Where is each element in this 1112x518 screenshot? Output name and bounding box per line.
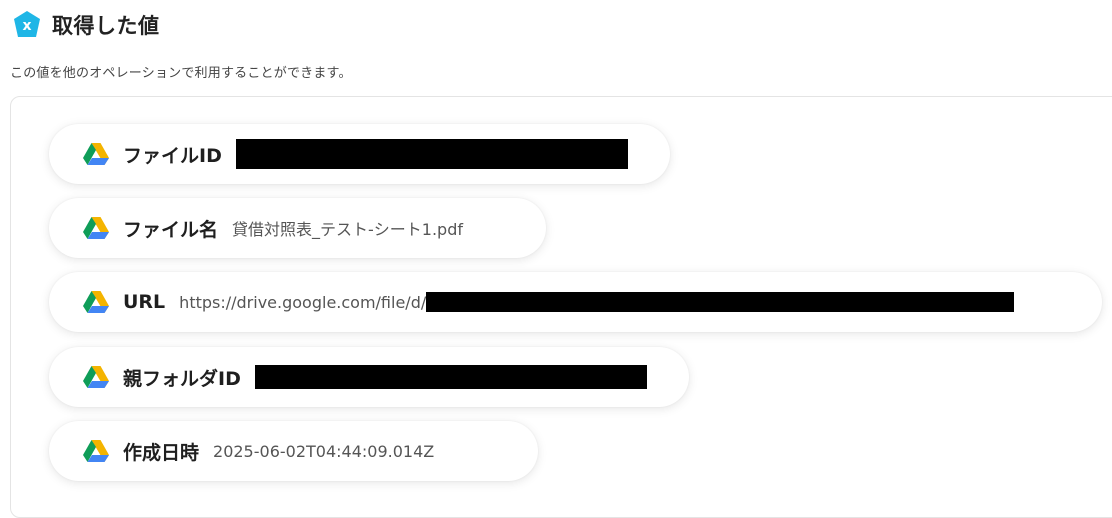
value-chip-file-name[interactable]: ファイル名 貸借対照表_テスト-シート1.pdf xyxy=(49,198,546,258)
value-chip-file-id[interactable]: ファイルID xyxy=(49,124,670,184)
field-label: ファイル名 xyxy=(123,218,219,241)
field-label: ファイルID xyxy=(123,144,222,167)
page-title: 取得した値 xyxy=(52,14,160,38)
redacted-value xyxy=(235,139,628,169)
field-value: 貸借対照表_テスト-シート1.pdf xyxy=(232,220,464,239)
google-drive-icon xyxy=(83,291,109,313)
google-drive-icon xyxy=(83,217,109,239)
yoom-badge-icon: x xyxy=(14,11,40,37)
section-header: x 取得した値 xyxy=(12,10,160,40)
field-value: https://drive.google.com/file/d/ xyxy=(179,292,427,312)
field-label: URL xyxy=(123,291,166,313)
redacted-value xyxy=(426,292,1015,312)
redacted-value xyxy=(254,365,647,389)
svg-text:x: x xyxy=(22,18,31,34)
google-drive-icon xyxy=(83,143,109,165)
field-label: 作成日時 xyxy=(123,441,200,464)
value-chip-parent-folder-id[interactable]: 親フォルダID xyxy=(49,347,689,407)
google-drive-icon xyxy=(83,366,109,388)
value-chip-url[interactable]: URL https://drive.google.com/file/d/ xyxy=(49,272,1102,332)
field-value: 2025-06-02T04:44:09.014Z xyxy=(213,441,435,461)
page-subtitle: この値を他のオペレーションで利用することができます。 xyxy=(10,66,352,81)
field-label: 親フォルダID xyxy=(123,367,241,390)
value-chip-created-at[interactable]: 作成日時 2025-06-02T04:44:09.014Z xyxy=(49,421,538,481)
google-drive-icon xyxy=(83,440,109,462)
